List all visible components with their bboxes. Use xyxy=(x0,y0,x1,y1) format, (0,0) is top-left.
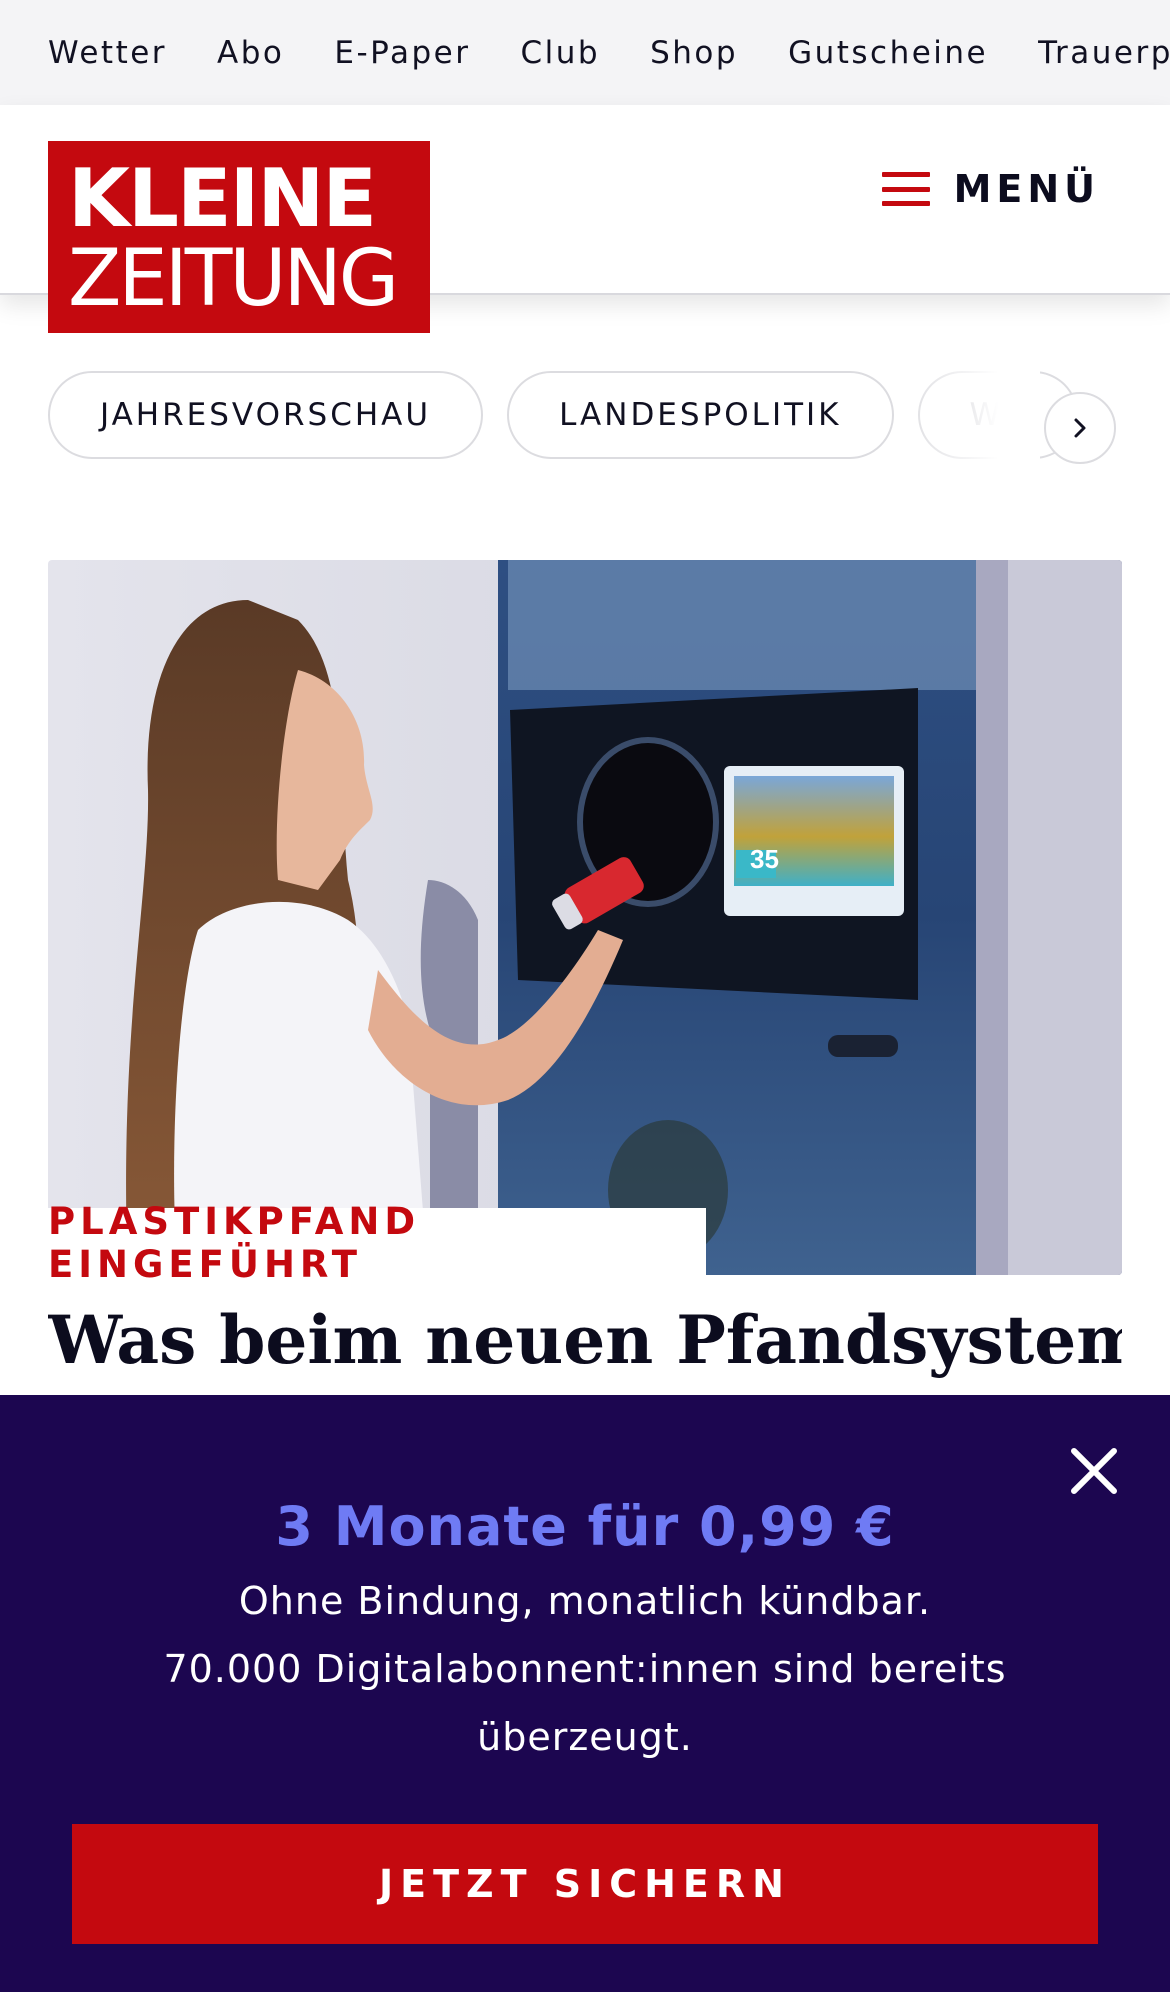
promo-text: Ohne Bindung, monatlich kündbar. 70.000 … xyxy=(140,1567,1030,1771)
chevron-right-icon xyxy=(1074,418,1086,438)
nav-link-wetter[interactable]: Wetter xyxy=(48,35,167,71)
article-headline[interactable]: Was beim neuen Pfandsystem xyxy=(48,1300,1122,1380)
logo-line-1: KLEINE xyxy=(68,152,377,245)
nav-link-shop[interactable]: Shop xyxy=(650,35,738,71)
close-button[interactable] xyxy=(1066,1443,1122,1499)
machine-display-number: 35 xyxy=(750,844,779,874)
promo-line-2: 70.000 Digitalabonnent:innen sind bereit… xyxy=(163,1647,1007,1759)
article-kicker: PLASTIKPFAND EINGEFÜHRT xyxy=(48,1200,421,1286)
pills-fade-overlay xyxy=(900,360,1040,470)
promo-title: 3 Monate für 0,99 € xyxy=(275,1495,895,1558)
pill-jahresvorschau[interactable]: JAHRESVORSCHAU xyxy=(48,371,484,459)
site-logo[interactable]: KLEINE ZEITUNG xyxy=(48,141,430,333)
nav-link-trauerportal[interactable]: Trauerp xyxy=(1038,35,1170,71)
kicker-box: PLASTIKPFAND EINGEFÜHRT xyxy=(48,1200,706,1286)
menu-button[interactable]: MENÜ xyxy=(881,167,1100,211)
subscription-promo-overlay: 3 Monate für 0,99 € Ohne Bindung, monatl… xyxy=(0,1395,1170,1992)
pills-next-button[interactable] xyxy=(1044,392,1116,464)
nav-link-club[interactable]: Club xyxy=(520,35,600,71)
top-navigation: Wetter Abo E-Paper Club Shop Gutscheine … xyxy=(0,0,1170,105)
nav-link-epaper[interactable]: E-Paper xyxy=(334,35,470,71)
page: Wetter Abo E-Paper Club Shop Gutscheine … xyxy=(0,0,1170,1992)
article-image[interactable]: 35 xyxy=(48,560,1122,1275)
site-header: KLEINE ZEITUNG MENÜ xyxy=(0,105,1170,333)
nav-link-abo[interactable]: Abo xyxy=(217,35,284,71)
menu-label: MENÜ xyxy=(953,167,1100,211)
promo-line-1: Ohne Bindung, monatlich kündbar. xyxy=(238,1579,932,1623)
subscribe-cta-button[interactable]: JETZT SICHERN xyxy=(72,1824,1098,1944)
nav-link-gutscheine[interactable]: Gutscheine xyxy=(788,35,988,71)
close-icon xyxy=(1071,1448,1117,1494)
article-photo: 35 xyxy=(48,560,1122,1275)
pill-landespolitik[interactable]: LANDESPOLITIK xyxy=(507,371,894,459)
logo-line-2: ZEITUNG xyxy=(68,234,399,324)
hamburger-icon xyxy=(881,172,930,206)
